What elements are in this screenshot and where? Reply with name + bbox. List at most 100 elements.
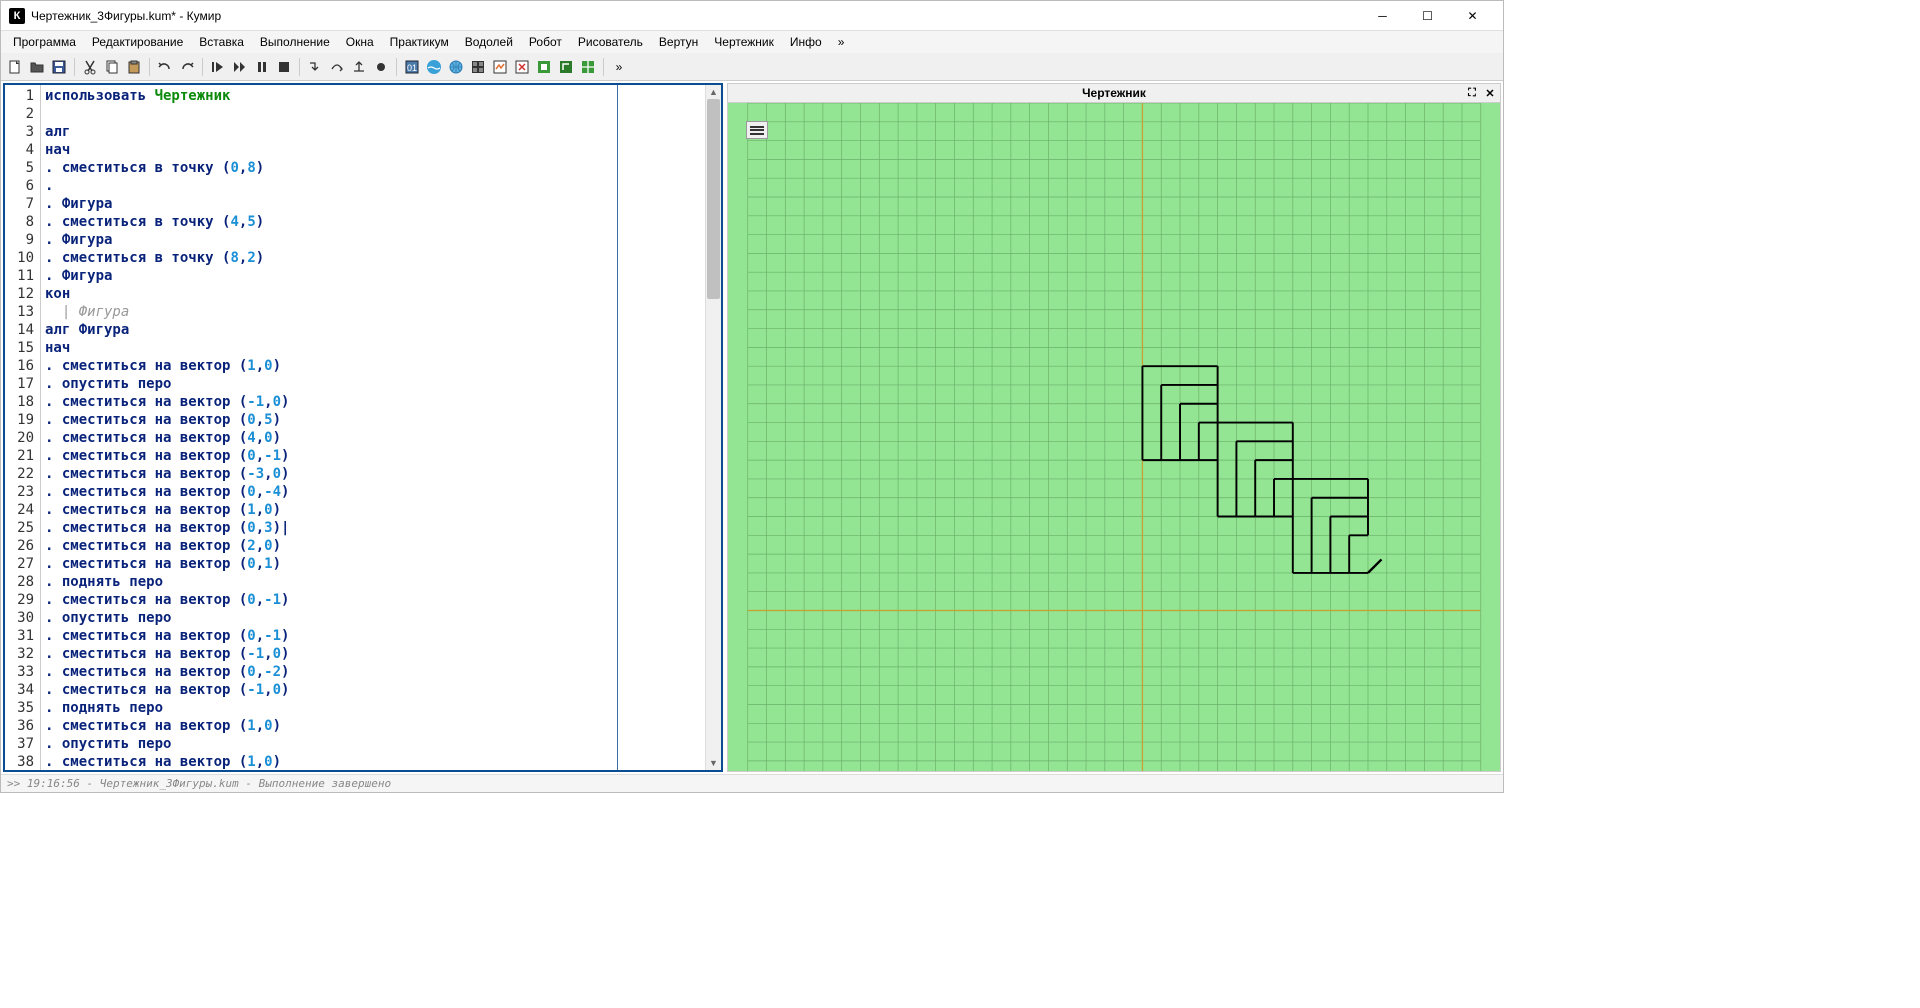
code-line[interactable]: . Фигура [45,267,701,285]
code-line[interactable]: . поднять перо [45,699,701,717]
minimize-button[interactable]: ─ [1360,2,1405,30]
code-line[interactable]: . Фигура [45,195,701,213]
menu-Робот[interactable]: Робот [521,33,570,51]
code-line[interactable]: . опустить перо [45,609,701,627]
run-step-icon[interactable] [230,57,250,77]
module-painter-icon[interactable] [490,57,510,77]
menu-Чертежник[interactable]: Чертежник [706,33,782,51]
code-line[interactable]: . сместиться на вектор (-1,0) [45,393,701,411]
paste-icon[interactable] [124,57,144,77]
code-line[interactable]: . сместиться в точку (4,5) [45,213,701,231]
code-line[interactable]: кон [45,285,701,303]
menu-Практикум[interactable]: Практикум [382,33,457,51]
undo-icon[interactable] [155,57,175,77]
code-area[interactable]: использовать Чертежникалгнач. сместиться… [41,85,705,770]
code-line[interactable]: . сместиться на вектор (2,0) [45,537,701,555]
module-grid-icon[interactable] [578,57,598,77]
drafter-title-text: Чертежник [1082,86,1146,100]
code-line[interactable]: . сместиться на вектор (1,0) [45,357,701,375]
toolbar-separator [202,58,203,76]
code-line[interactable]: . сместиться на вектор (-3,0) [45,465,701,483]
panel-close-icon[interactable]: ✕ [1482,85,1498,101]
code-line[interactable]: алг Фигура [45,321,701,339]
open-file-icon[interactable] [27,57,47,77]
code-line[interactable]: . сместиться в точку (8,2) [45,249,701,267]
stop-icon[interactable] [274,57,294,77]
module-turner-icon[interactable] [512,57,532,77]
drafter-canvas[interactable] [727,103,1501,772]
code-line[interactable]: . сместиться на вектор (-1,0) [45,645,701,663]
copy-icon[interactable] [102,57,122,77]
menu-Программа[interactable]: Программа [5,33,84,51]
breakpoint-icon[interactable] [371,57,391,77]
code-line[interactable]: . сместиться в точку (0,8) [45,159,701,177]
code-line[interactable]: | Фигура [45,303,701,321]
code-line[interactable]: . сместиться на вектор (0,-1) [45,627,701,645]
code-line[interactable]: нач [45,141,701,159]
module-robot-icon[interactable] [468,57,488,77]
module-water-icon[interactable] [424,57,444,77]
code-line[interactable]: . опустить перо [45,375,701,393]
code-line[interactable]: . сместиться на вектор (0,-1) [45,591,701,609]
menu-Водолей[interactable]: Водолей [457,33,521,51]
code-line[interactable]: . Фигура [45,231,701,249]
run-icon[interactable] [208,57,228,77]
code-line[interactable]: . [45,177,701,195]
step-out-icon[interactable] [349,57,369,77]
code-line[interactable]: . сместиться на вектор (0,-2) [45,663,701,681]
module-globe-icon[interactable] [446,57,466,77]
toolbar-separator [299,58,300,76]
overflow-icon[interactable]: » [609,57,629,77]
step-into-icon[interactable] [305,57,325,77]
module-drafter-green-icon[interactable] [534,57,554,77]
code-line[interactable]: . сместиться на вектор (0,5) [45,411,701,429]
panel-maximize-icon[interactable]: ⛶ [1464,85,1480,101]
code-line[interactable]: использовать Чертежник [45,87,701,105]
menu-»[interactable]: » [830,33,853,51]
close-button[interactable]: ✕ [1450,2,1495,30]
menu-Выполнение[interactable]: Выполнение [252,33,338,51]
maximize-button[interactable]: ☐ [1405,2,1450,30]
menu-Редактирование[interactable]: Редактирование [84,33,191,51]
statusbar: >> 19:16:56 - Чертежник_3Фигуры.kum - Вы… [1,774,1503,792]
vertical-scrollbar[interactable]: ▲ ▼ [705,85,721,770]
pause-icon[interactable] [252,57,272,77]
code-line[interactable]: . поднять перо [45,573,701,591]
code-line[interactable] [45,105,701,123]
toolbar-separator [396,58,397,76]
module-1-icon[interactable]: 01 [402,57,422,77]
editor-pane: 1234567891011121314151617181920212223242… [3,83,723,772]
module-drafter2-icon[interactable] [556,57,576,77]
cut-icon[interactable] [80,57,100,77]
code-line[interactable]: . сместиться на вектор (4,0) [45,429,701,447]
margin-line [617,85,618,770]
window-title: Чертежник_3Фигуры.kum* - Кумир [31,9,1360,23]
code-line[interactable]: нач [45,339,701,357]
code-line[interactable]: . сместиться на вектор (0,-4) [45,483,701,501]
code-line[interactable]: . сместиться на вектор (0,3)| [45,519,701,537]
code-line[interactable]: . сместиться на вектор (0,-1) [45,447,701,465]
scroll-thumb[interactable] [707,99,720,299]
code-line[interactable]: . сместиться на вектор (-1,0) [45,681,701,699]
scroll-up-icon[interactable]: ▲ [706,85,721,99]
menu-Вставка[interactable]: Вставка [191,33,252,51]
scroll-down-icon[interactable]: ▼ [706,756,721,770]
code-line[interactable]: . опустить перо [45,735,701,753]
new-file-icon[interactable] [5,57,25,77]
code-line[interactable]: . сместиться на вектор (1,0) [45,717,701,735]
code-line[interactable]: . сместиться на вектор (1,0) [45,753,701,770]
step-over-icon[interactable] [327,57,347,77]
menu-Вертун[interactable]: Вертун [651,33,706,51]
toolbar: 01 » [1,53,1503,81]
menu-Окна[interactable]: Окна [338,33,382,51]
code-line[interactable]: . сместиться на вектор (1,0) [45,501,701,519]
code-line[interactable]: . сместиться на вектор (0,1) [45,555,701,573]
save-file-icon[interactable] [49,57,69,77]
canvas-menu-icon[interactable] [746,121,768,139]
code-line[interactable]: алг [45,123,701,141]
menu-Инфо[interactable]: Инфо [782,33,830,51]
menubar: ПрограммаРедактированиеВставкаВыполнение… [1,31,1503,53]
redo-icon[interactable] [177,57,197,77]
menu-Рисователь[interactable]: Рисователь [570,33,651,51]
svg-text:01: 01 [407,63,417,73]
